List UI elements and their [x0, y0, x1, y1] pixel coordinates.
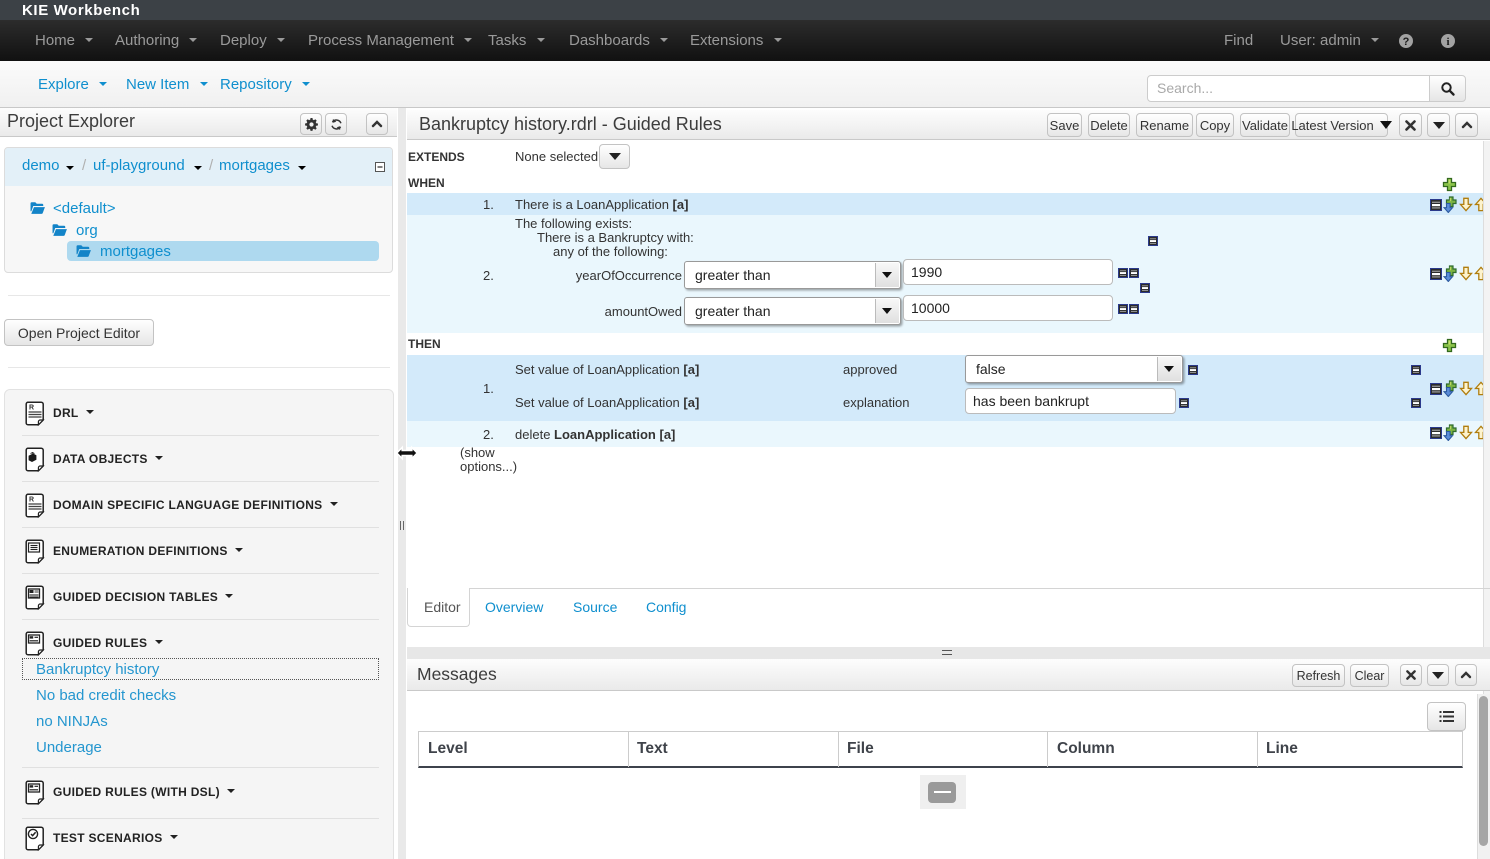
svg-text:i: i — [1446, 36, 1449, 48]
svg-text:R: R — [29, 405, 34, 412]
svg-text:R: R — [29, 497, 34, 504]
svg-text:?: ? — [1403, 36, 1410, 48]
